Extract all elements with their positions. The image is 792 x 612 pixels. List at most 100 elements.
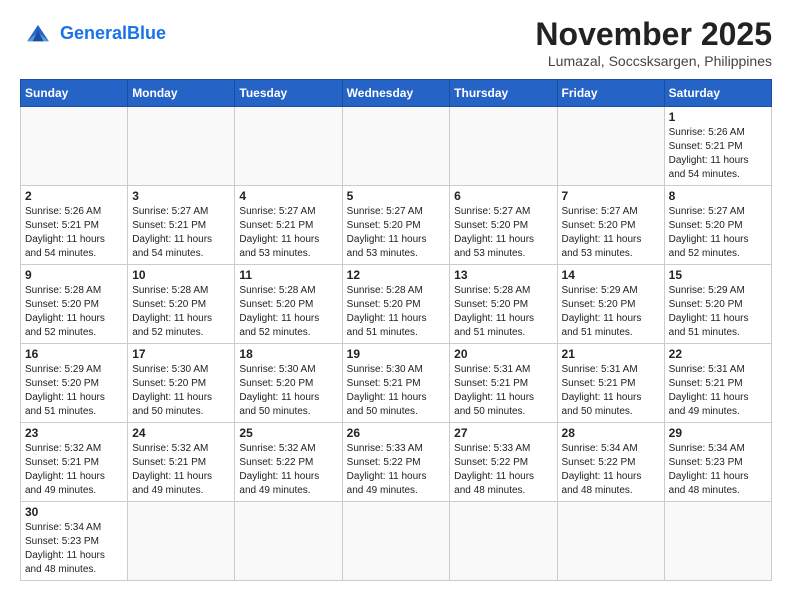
day-info: Sunrise: 5:26 AM Sunset: 5:21 PM Dayligh… <box>25 205 123 261</box>
calendar-cell: 19Sunrise: 5:30 AM Sunset: 5:21 PM Dayli… <box>342 344 450 423</box>
day-number: 2 <box>25 189 123 203</box>
logo-text: GeneralBlue <box>60 24 166 44</box>
day-info: Sunrise: 5:30 AM Sunset: 5:20 PM Dayligh… <box>239 363 337 419</box>
calendar-week-row: 2 Sunrise: 5:26 AM Sunset: 5:21 PM Daylig… <box>21 186 772 265</box>
day-info: Sunrise: 5:28 AM Sunset: 5:20 PM Dayligh… <box>347 284 446 340</box>
calendar-body: 1Sunrise: 5:26 AM Sunset: 5:21 PM Daylig… <box>21 107 772 581</box>
day-info: Sunrise: 5:27 AM Sunset: 5:21 PM Dayligh… <box>132 205 230 261</box>
calendar-header: SundayMondayTuesdayWednesdayThursdayFrid… <box>21 80 772 107</box>
calendar-cell: 27 Sunrise: 5:33 AM Sunset: 5:22 PM Dayli… <box>450 423 557 502</box>
day-info: Sunrise: 5:27 AM Sunset: 5:21 PM Dayligh… <box>239 205 337 261</box>
day-info: Sunrise: 5:28 AM Sunset: 5:20 PM Dayligh… <box>132 284 230 340</box>
calendar-cell: 15 Sunrise: 5:29 AM Sunset: 5:20 PM Dayli… <box>664 265 771 344</box>
day-number: 19 <box>347 347 446 361</box>
calendar-cell: 11Sunrise: 5:28 AM Sunset: 5:20 PM Dayli… <box>235 265 342 344</box>
day-number: 30 <box>25 505 123 519</box>
calendar-cell <box>235 502 342 581</box>
calendar-cell: 9 Sunrise: 5:28 AM Sunset: 5:20 PM Daylig… <box>21 265 128 344</box>
calendar-cell: 4 Sunrise: 5:27 AM Sunset: 5:21 PM Daylig… <box>235 186 342 265</box>
calendar-cell: 17 Sunrise: 5:30 AM Sunset: 5:20 PM Dayli… <box>128 344 235 423</box>
day-info: Sunrise: 5:31 AM Sunset: 5:21 PM Dayligh… <box>669 363 767 419</box>
calendar-cell: 13Sunrise: 5:28 AM Sunset: 5:20 PM Dayli… <box>450 265 557 344</box>
day-info: Sunrise: 5:28 AM Sunset: 5:20 PM Dayligh… <box>25 284 123 340</box>
weekday-header-friday: Friday <box>557 80 664 107</box>
calendar-week-row: 9 Sunrise: 5:28 AM Sunset: 5:20 PM Daylig… <box>21 265 772 344</box>
day-number: 15 <box>669 268 767 282</box>
calendar-table: SundayMondayTuesdayWednesdayThursdayFrid… <box>20 79 772 581</box>
calendar-cell: 7 Sunrise: 5:27 AM Sunset: 5:20 PM Daylig… <box>557 186 664 265</box>
day-number: 5 <box>347 189 446 203</box>
calendar-cell: 30 Sunrise: 5:34 AM Sunset: 5:23 PM Dayli… <box>21 502 128 581</box>
logo: GeneralBlue <box>20 16 166 52</box>
day-info: Sunrise: 5:32 AM Sunset: 5:21 PM Dayligh… <box>25 442 123 498</box>
calendar-cell <box>450 107 557 186</box>
weekday-header-row: SundayMondayTuesdayWednesdayThursdayFrid… <box>21 80 772 107</box>
calendar-cell: 16 Sunrise: 5:29 AM Sunset: 5:20 PM Dayli… <box>21 344 128 423</box>
calendar-cell: 29 Sunrise: 5:34 AM Sunset: 5:23 PM Dayli… <box>664 423 771 502</box>
day-info: Sunrise: 5:33 AM Sunset: 5:22 PM Dayligh… <box>454 442 552 498</box>
calendar-cell: 14Sunrise: 5:29 AM Sunset: 5:20 PM Dayli… <box>557 265 664 344</box>
calendar-cell: 18 Sunrise: 5:30 AM Sunset: 5:20 PM Dayli… <box>235 344 342 423</box>
day-number: 25 <box>239 426 337 440</box>
day-info: Sunrise: 5:34 AM Sunset: 5:23 PM Dayligh… <box>25 521 123 577</box>
weekday-header-tuesday: Tuesday <box>235 80 342 107</box>
day-info: Sunrise: 5:31 AM Sunset: 5:21 PM Dayligh… <box>454 363 552 419</box>
calendar-cell: 6 Sunrise: 5:27 AM Sunset: 5:20 PM Daylig… <box>450 186 557 265</box>
day-number: 9 <box>25 268 123 282</box>
day-number: 6 <box>454 189 552 203</box>
day-info: Sunrise: 5:27 AM Sunset: 5:20 PM Dayligh… <box>454 205 552 261</box>
logo-blue: Blue <box>127 23 166 43</box>
calendar-cell: 21 Sunrise: 5:31 AM Sunset: 5:21 PM Dayli… <box>557 344 664 423</box>
calendar-cell: 22 Sunrise: 5:31 AM Sunset: 5:21 PM Dayli… <box>664 344 771 423</box>
day-info: Sunrise: 5:30 AM Sunset: 5:20 PM Dayligh… <box>132 363 230 419</box>
day-number: 11 <box>239 268 337 282</box>
day-number: 20 <box>454 347 552 361</box>
calendar-cell <box>450 502 557 581</box>
day-number: 4 <box>239 189 337 203</box>
logo-icon <box>20 16 56 52</box>
day-number: 28 <box>562 426 660 440</box>
day-number: 16 <box>25 347 123 361</box>
day-number: 18 <box>239 347 337 361</box>
calendar-cell: 28 Sunrise: 5:34 AM Sunset: 5:22 PM Dayli… <box>557 423 664 502</box>
calendar-cell: 8 Sunrise: 5:27 AM Sunset: 5:20 PM Daylig… <box>664 186 771 265</box>
day-number: 3 <box>132 189 230 203</box>
day-info: Sunrise: 5:27 AM Sunset: 5:20 PM Dayligh… <box>562 205 660 261</box>
day-number: 8 <box>669 189 767 203</box>
day-number: 29 <box>669 426 767 440</box>
day-number: 21 <box>562 347 660 361</box>
calendar-cell: 2 Sunrise: 5:26 AM Sunset: 5:21 PM Daylig… <box>21 186 128 265</box>
day-info: Sunrise: 5:26 AM Sunset: 5:21 PM Dayligh… <box>669 126 767 182</box>
day-number: 7 <box>562 189 660 203</box>
weekday-header-monday: Monday <box>128 80 235 107</box>
day-number: 27 <box>454 426 552 440</box>
day-number: 13 <box>454 268 552 282</box>
calendar-cell: 20 Sunrise: 5:31 AM Sunset: 5:21 PM Dayli… <box>450 344 557 423</box>
calendar-cell <box>235 107 342 186</box>
day-info: Sunrise: 5:29 AM Sunset: 5:20 PM Dayligh… <box>25 363 123 419</box>
page-header: GeneralBlue November 2025 Lumazal, Soccs… <box>20 16 772 69</box>
day-info: Sunrise: 5:32 AM Sunset: 5:22 PM Dayligh… <box>239 442 337 498</box>
calendar-cell <box>342 107 450 186</box>
calendar-cell <box>21 107 128 186</box>
day-number: 12 <box>347 268 446 282</box>
title-area: November 2025 Lumazal, Soccsksargen, Phi… <box>535 16 772 69</box>
calendar-cell <box>664 502 771 581</box>
calendar-week-row: 23Sunrise: 5:32 AM Sunset: 5:21 PM Dayli… <box>21 423 772 502</box>
weekday-header-saturday: Saturday <box>664 80 771 107</box>
day-info: Sunrise: 5:29 AM Sunset: 5:20 PM Dayligh… <box>669 284 767 340</box>
day-info: Sunrise: 5:27 AM Sunset: 5:20 PM Dayligh… <box>347 205 446 261</box>
calendar-cell: 3 Sunrise: 5:27 AM Sunset: 5:21 PM Daylig… <box>128 186 235 265</box>
day-info: Sunrise: 5:34 AM Sunset: 5:23 PM Dayligh… <box>669 442 767 498</box>
calendar-week-row: 30 Sunrise: 5:34 AM Sunset: 5:23 PM Dayli… <box>21 502 772 581</box>
day-info: Sunrise: 5:31 AM Sunset: 5:21 PM Dayligh… <box>562 363 660 419</box>
day-number: 22 <box>669 347 767 361</box>
day-info: Sunrise: 5:34 AM Sunset: 5:22 PM Dayligh… <box>562 442 660 498</box>
calendar-cell: 12 Sunrise: 5:28 AM Sunset: 5:20 PM Dayli… <box>342 265 450 344</box>
calendar-cell <box>128 107 235 186</box>
month-title: November 2025 <box>535 16 772 53</box>
day-number: 14 <box>562 268 660 282</box>
day-info: Sunrise: 5:27 AM Sunset: 5:20 PM Dayligh… <box>669 205 767 261</box>
day-number: 17 <box>132 347 230 361</box>
calendar-cell: 23Sunrise: 5:32 AM Sunset: 5:21 PM Dayli… <box>21 423 128 502</box>
